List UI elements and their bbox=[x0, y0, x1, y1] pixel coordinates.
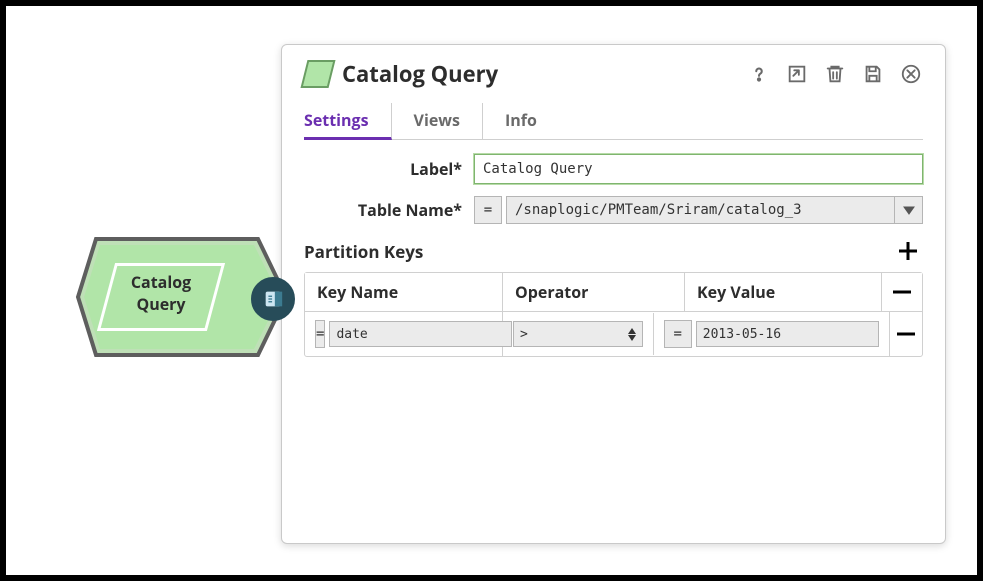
key-value-expr-toggle[interactable]: = bbox=[664, 320, 692, 348]
delete-icon[interactable] bbox=[823, 62, 847, 86]
operator-value: > bbox=[520, 327, 528, 342]
key-name-input[interactable] bbox=[329, 321, 512, 347]
add-row-button[interactable] bbox=[893, 236, 923, 266]
save-icon[interactable] bbox=[861, 62, 885, 86]
column-key-name: Key Name bbox=[305, 273, 503, 312]
export-icon[interactable] bbox=[785, 62, 809, 86]
remove-header-button[interactable] bbox=[887, 277, 917, 307]
close-icon[interactable] bbox=[899, 62, 923, 86]
key-name-expr-toggle[interactable]: = bbox=[315, 320, 325, 348]
table-name-label: Table Name* bbox=[304, 199, 474, 221]
dialog-title: Catalog Query bbox=[342, 59, 737, 89]
snap-label: Catalog Query bbox=[111, 271, 211, 315]
remove-row-button[interactable] bbox=[891, 319, 921, 349]
label-input[interactable] bbox=[474, 154, 923, 184]
table-name-dropdown[interactable] bbox=[895, 196, 923, 224]
table-name-input[interactable] bbox=[506, 196, 895, 224]
output-connector[interactable] bbox=[251, 277, 295, 321]
partition-keys-title: Partition Keys bbox=[304, 240, 423, 263]
tab-views[interactable]: Views bbox=[414, 103, 483, 139]
app-frame: Catalog Query Catalog Query bbox=[0, 0, 983, 581]
operator-select[interactable]: > bbox=[513, 321, 643, 347]
help-icon[interactable] bbox=[747, 62, 771, 86]
partition-keys-table: Key Name Operator Key Value = bbox=[304, 272, 923, 357]
column-operator: Operator bbox=[503, 273, 685, 312]
label-field-label: Label* bbox=[304, 158, 474, 180]
tabs: Settings Views Info bbox=[304, 103, 923, 140]
column-key-value: Key Value bbox=[685, 273, 882, 312]
dialog-header: Catalog Query bbox=[304, 59, 923, 89]
tab-settings[interactable]: Settings bbox=[304, 103, 392, 140]
table-row: = > = bbox=[305, 312, 922, 356]
snap-type-icon bbox=[301, 60, 336, 88]
settings-form: Label* Table Name* = Partition Keys bbox=[304, 140, 923, 357]
key-value-input[interactable] bbox=[696, 321, 879, 347]
tab-info[interactable]: Info bbox=[505, 103, 559, 139]
expression-toggle[interactable]: = bbox=[474, 196, 502, 224]
properties-dialog: Catalog Query Settings bbox=[281, 44, 946, 544]
